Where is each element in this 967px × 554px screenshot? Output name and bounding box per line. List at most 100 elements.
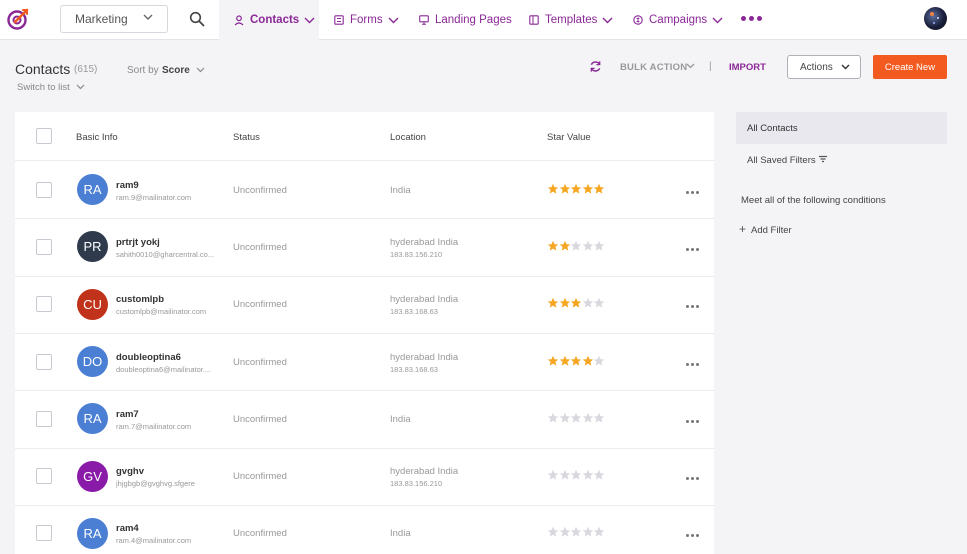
star-rating[interactable] [547, 355, 605, 367]
chevron-down-icon[interactable] [686, 62, 695, 70]
user-avatar[interactable] [924, 7, 947, 30]
star-icon[interactable] [547, 240, 559, 252]
column-header-basic-info[interactable]: Basic Info [76, 132, 118, 143]
star-icon[interactable] [547, 355, 559, 367]
contact-status: Unconfirmed [233, 413, 287, 425]
select-all-checkbox[interactable] [36, 128, 52, 144]
star-icon[interactable] [582, 355, 594, 367]
bulk-action-button[interactable]: BULK ACTION [620, 62, 687, 73]
star-icon[interactable] [559, 355, 571, 367]
contact-name[interactable]: ram9 [116, 180, 139, 191]
plus-icon: + [739, 222, 747, 236]
star-icon[interactable] [570, 412, 582, 424]
star-icon[interactable] [570, 469, 582, 481]
all-contacts-item[interactable]: All Contacts [736, 112, 947, 144]
star-rating[interactable] [547, 469, 605, 481]
star-icon[interactable] [593, 240, 605, 252]
column-header-location[interactable]: Location [390, 132, 426, 143]
star-icon[interactable] [570, 297, 582, 309]
tab-forms[interactable]: Forms [334, 0, 399, 40]
star-icon[interactable] [582, 469, 594, 481]
star-icon[interactable] [559, 240, 571, 252]
star-rating[interactable] [547, 297, 605, 309]
more-menu-icon[interactable] [741, 16, 762, 21]
add-filter-button[interactable]: + Add Filter [739, 222, 792, 236]
row-more-icon[interactable] [686, 247, 699, 251]
monitor-icon [419, 15, 429, 25]
contact-ip: 183.83.156.210 [390, 479, 443, 489]
star-rating[interactable] [547, 526, 605, 538]
actions-dropdown-label: Actions [800, 62, 833, 73]
row-checkbox[interactable] [36, 238, 52, 255]
star-icon[interactable] [582, 297, 594, 309]
tab-campaigns[interactable]: Campaigns [633, 0, 723, 40]
star-icon[interactable] [547, 412, 559, 424]
contact-avatar: DO [77, 346, 108, 378]
contact-name[interactable]: customlpb [116, 294, 164, 305]
star-rating[interactable] [547, 412, 605, 424]
row-more-icon[interactable] [686, 477, 699, 481]
star-icon[interactable] [582, 412, 594, 424]
row-checkbox[interactable] [36, 468, 52, 485]
all-saved-filters-item[interactable]: All Saved Filters [747, 155, 816, 166]
star-icon[interactable] [559, 526, 571, 538]
star-icon[interactable] [559, 469, 571, 481]
star-icon[interactable] [593, 526, 605, 538]
star-icon[interactable] [547, 469, 559, 481]
star-icon[interactable] [570, 355, 582, 367]
star-icon[interactable] [582, 183, 594, 195]
column-header-star-value[interactable]: Star Value [547, 132, 591, 143]
workspace-select[interactable]: Marketing [60, 5, 168, 33]
row-checkbox[interactable] [36, 525, 52, 542]
import-button[interactable]: IMPORT [729, 62, 766, 73]
contact-name[interactable]: doubleoptina6 [116, 352, 181, 363]
contact-name[interactable]: gvghv [116, 466, 144, 477]
star-icon[interactable] [559, 412, 571, 424]
chevron-down-icon [388, 17, 399, 23]
row-checkbox[interactable] [36, 181, 52, 198]
sort-by-select[interactable]: Score [162, 65, 205, 76]
contact-name[interactable]: ram7 [116, 409, 139, 420]
tab-contacts[interactable]: Contacts [219, 0, 319, 40]
star-icon[interactable] [593, 469, 605, 481]
row-checkbox[interactable] [36, 410, 52, 427]
row-more-icon[interactable] [686, 362, 699, 366]
star-icon[interactable] [570, 183, 582, 195]
workspace-select-label: Marketing [75, 12, 128, 26]
row-more-icon[interactable] [686, 305, 699, 309]
column-header-status[interactable]: Status [233, 132, 260, 143]
create-new-button[interactable]: Create New [873, 55, 947, 79]
star-icon[interactable] [582, 526, 594, 538]
star-icon[interactable] [593, 297, 605, 309]
search-icon[interactable] [189, 11, 205, 27]
star-icon[interactable] [559, 297, 571, 309]
switch-to-list-link[interactable]: Switch to list [17, 82, 85, 93]
star-icon[interactable] [593, 412, 605, 424]
star-icon[interactable] [570, 526, 582, 538]
row-more-icon[interactable] [686, 419, 699, 423]
star-icon[interactable] [547, 183, 559, 195]
star-rating[interactable] [547, 240, 605, 252]
star-icon[interactable] [547, 526, 559, 538]
star-rating[interactable] [547, 183, 605, 195]
row-checkbox[interactable] [36, 296, 52, 313]
contact-location: hyderabad India [390, 236, 459, 248]
star-icon[interactable] [559, 183, 571, 195]
filter-icon[interactable] [818, 154, 828, 164]
app-logo-icon[interactable] [6, 7, 30, 31]
row-checkbox[interactable] [36, 353, 52, 370]
refresh-icon[interactable] [589, 60, 602, 73]
contact-name[interactable]: prtrjt yokj [116, 237, 160, 248]
star-icon[interactable] [570, 240, 582, 252]
contact-ip: 183.83.156.210 [390, 249, 443, 259]
contact-name[interactable]: ram4 [116, 523, 139, 534]
row-more-icon[interactable] [686, 534, 699, 538]
star-icon[interactable] [582, 240, 594, 252]
row-more-icon[interactable] [686, 190, 699, 194]
tab-templates[interactable]: Templates [529, 0, 613, 40]
actions-dropdown[interactable]: Actions [787, 55, 861, 79]
tab-landing-pages[interactable]: Landing Pages [419, 0, 517, 40]
star-icon[interactable] [593, 355, 605, 367]
star-icon[interactable] [547, 297, 559, 309]
star-icon[interactable] [593, 183, 605, 195]
